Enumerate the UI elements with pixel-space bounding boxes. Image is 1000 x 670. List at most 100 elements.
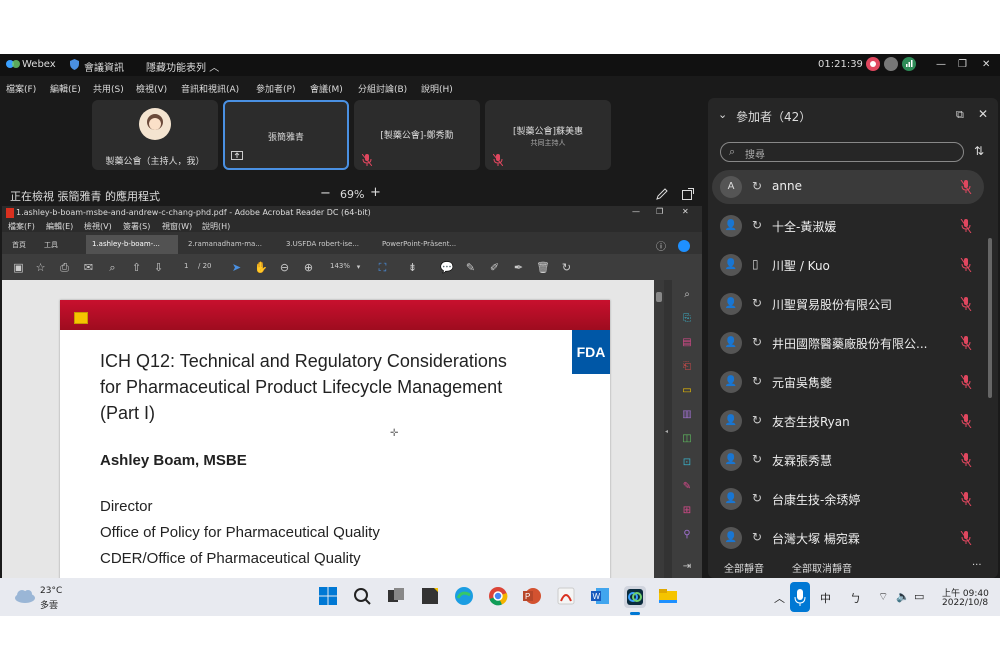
task-view-icon[interactable] [386,586,408,608]
close-icon[interactable]: ✕ [982,59,990,70]
tab-home[interactable]: 首頁 [6,235,32,254]
draw-icon[interactable]: ✐ [488,261,501,274]
edge-icon[interactable] [454,586,476,608]
video-tile-presenter[interactable]: 張簡雅青 [223,100,349,170]
menu-audio-video[interactable]: 音訊和視訊(A) [181,82,239,95]
word-icon[interactable]: W [590,586,612,608]
rail-search-icon[interactable]: ⌕ [680,288,694,302]
participant-row[interactable]: A ↻ anne [712,170,984,204]
more-options-button[interactable]: ··· [972,560,982,571]
ime-mode[interactable]: 中 [820,590,831,606]
tab-doc-1[interactable]: 1.ashley-b-boam-... [86,235,178,254]
document-scrollbar[interactable] [654,280,664,586]
start-icon[interactable] [318,586,340,608]
hide-menu-button[interactable]: 隱藏功能表列 ︿ [146,59,219,74]
network-icon[interactable] [902,57,916,74]
rail-combine-icon[interactable]: ▥ [680,408,694,422]
participant-row[interactable]: 👤 ▯ 川聖 / Kuo [712,248,984,282]
bookmark-star-icon[interactable]: ☆ [34,261,47,274]
participant-row[interactable]: 👤 ↻ 友霖張秀慧 [712,443,984,477]
rail-protect-icon[interactable]: ⊞ [680,504,694,518]
rail-comment-icon[interactable]: ▭ [680,384,694,398]
record-icon[interactable] [866,57,880,74]
save-icon[interactable]: ▣ [12,261,25,274]
video-tile-cohost[interactable]: [製藥公會]蘇美惠 共同主持人 [485,100,611,170]
rail-expand-icon[interactable]: ⇥ [680,560,694,574]
mic-muted-icon[interactable] [960,257,974,273]
sticky-notes-app-icon[interactable] [420,586,442,608]
annotate-icon[interactable] [656,188,668,203]
rail-edit-icon[interactable]: ✎ [680,480,694,494]
acro-menu-edit[interactable]: 編輯(E) [46,221,73,232]
fill-sign-icon[interactable]: ✒ [512,261,525,274]
highlight-pen-icon[interactable]: ✎ [464,261,477,274]
powerpoint-icon[interactable]: P [522,586,544,608]
scroll-mode-icon[interactable]: ⇟ [406,261,419,274]
acro-menu-file[interactable]: 檔案(F) [8,221,35,232]
comment-icon[interactable]: 💬 [440,261,454,274]
weather-condition[interactable]: 多雲 [40,598,58,611]
page-number-input[interactable]: 1 [184,262,188,270]
participant-row[interactable]: 👤 ↻ 友杏生技Ryan [712,404,984,438]
email-icon[interactable]: ✉ [82,261,95,274]
help-icon[interactable]: ⓘ [656,238,666,253]
rail-collapse-handle[interactable]: ◂ [664,280,672,586]
participants-scrollbar[interactable] [988,238,992,398]
menu-view[interactable]: 檢視(V) [136,82,167,95]
mic-muted-icon[interactable] [960,530,974,546]
acro-menu-window[interactable]: 視窗(W) [162,221,192,232]
assistant-icon[interactable] [884,57,898,74]
participant-row[interactable]: 👤 ↻ 台康生技-余琇婷 [712,482,984,516]
mic-muted-icon[interactable] [960,218,974,234]
mic-muted-icon[interactable] [960,452,974,468]
rail-organize-icon[interactable]: ▤ [680,336,694,350]
zoom-in-icon[interactable]: ⊕ [302,261,315,274]
acro-minimize-icon[interactable]: — [632,207,640,216]
chevron-down-icon[interactable]: ⌄ [718,108,727,121]
delete-icon[interactable]: 🗑 [536,261,550,274]
prev-page-icon[interactable]: ⇧ [130,261,143,274]
mic-muted-icon[interactable] [960,413,974,429]
zoom-in-button[interactable]: + [370,185,381,200]
ime-bopomofo[interactable]: ㄅ [850,590,861,606]
mic-muted-icon[interactable] [960,179,974,195]
close-panel-icon[interactable]: ✕ [978,107,988,121]
popout-panel-icon[interactable]: ⧉ [956,108,964,122]
volume-icon[interactable]: 🔈 [896,590,910,603]
participant-row[interactable]: 👤 ↻ 台灣大塚 楊宛霖 [712,521,984,555]
rail-create-pdf-icon[interactable]: ⎗ [680,360,694,374]
file-explorer-icon[interactable] [658,586,680,608]
participant-row[interactable]: 👤 ↻ 元宙吳雋夔 [712,365,984,399]
microphone-icon[interactable] [790,582,810,612]
popout-icon[interactable] [682,188,694,203]
webex-app-icon[interactable] [624,586,646,608]
fit-page-icon[interactable]: ⛶ [376,261,389,274]
search-doc-icon[interactable]: ⌕ [106,261,119,274]
battery-icon[interactable]: ▭ [914,590,924,603]
acro-close-icon[interactable]: ✕ [682,207,689,216]
rail-more-icon[interactable]: ⚲ [680,528,694,542]
scrollbar-thumb[interactable] [656,292,662,302]
acro-menu-sign[interactable]: 簽署(S) [123,221,150,232]
acrobat-app-icon[interactable] [556,586,578,608]
meeting-info-button[interactable]: 會議資訊 [84,59,124,74]
wifi-icon[interactable]: ⌔ [878,590,888,604]
maximize-icon[interactable]: ❐ [958,59,967,70]
tab-doc-2[interactable]: 2.ramanadham-ma... [182,235,272,254]
clock-date[interactable]: 2022/10/8 [942,598,988,608]
mic-muted-icon[interactable] [960,335,974,351]
zoom-out-icon[interactable]: ⊖ [278,261,291,274]
rotate-icon[interactable]: ↻ [560,261,573,274]
menu-file[interactable]: 檔案(F) [6,82,36,95]
video-tile-participant[interactable]: [製藥公會]-鄭秀勳 [354,100,480,170]
menu-participants[interactable]: 參加者(P) [256,82,295,95]
chevron-up-icon[interactable]: ︿ [774,590,785,606]
menu-breakout[interactable]: 分組討論(B) [358,82,407,95]
rail-export-icon[interactable]: ⎘ [680,312,694,326]
acro-zoom-select[interactable]: 143% [330,262,350,270]
rail-scan-icon[interactable]: ⊡ [680,456,694,470]
unmute-all-button[interactable]: 全部取消靜音 [792,560,852,575]
participant-row[interactable]: 👤 ↻ 川聖貿易股份有限公司 [712,287,984,321]
sticky-note-icon[interactable] [74,312,88,324]
menu-meeting[interactable]: 會議(M) [310,82,343,95]
